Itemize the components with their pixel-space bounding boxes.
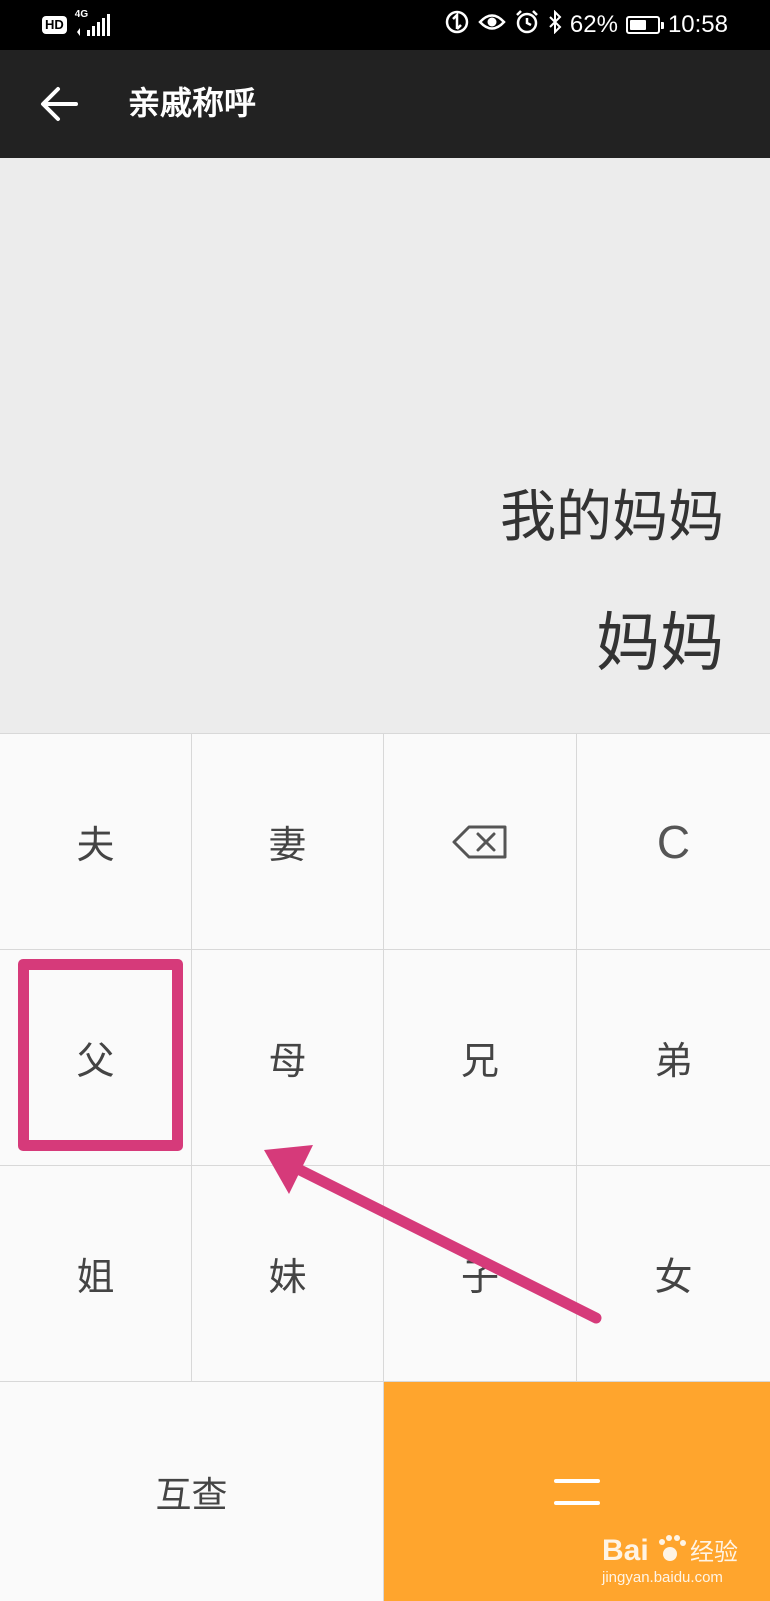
key-father[interactable]: 父 xyxy=(0,950,192,1166)
key-husband[interactable]: 夫 xyxy=(0,734,192,950)
key-mother[interactable]: 母 xyxy=(192,950,384,1166)
battery-level xyxy=(629,20,647,30)
page-title: 亲戚称呼 xyxy=(128,84,257,122)
key-younger-brother[interactable]: 弟 xyxy=(577,950,770,1166)
equals-icon xyxy=(554,1478,600,1505)
signal-icon: 4G xyxy=(75,9,111,38)
key-wife[interactable]: 妻 xyxy=(192,734,384,950)
backspace-icon xyxy=(452,825,507,858)
clear-button[interactable]: C xyxy=(577,734,770,950)
hd-icon: HD xyxy=(42,16,67,34)
bluetooth-icon xyxy=(548,9,562,41)
status-right: 62% 10:58 xyxy=(444,8,728,42)
app-bar: 亲戚称呼 xyxy=(0,50,770,158)
alarm-icon xyxy=(514,9,540,42)
result-text: 妈妈 xyxy=(596,607,724,681)
key-son[interactable]: 子 xyxy=(384,1166,577,1382)
clock: 10:58 xyxy=(667,11,728,38)
keypad: 夫 妻 C 父 母 兄 弟 姐 妹 子 女 互查 xyxy=(0,733,770,1601)
back-button[interactable] xyxy=(36,80,84,128)
backspace-button[interactable] xyxy=(384,734,577,950)
battery-icon xyxy=(625,16,664,34)
key-elder-sister[interactable]: 姐 xyxy=(0,1166,192,1382)
battery-percent: 62% xyxy=(569,11,618,38)
key-elder-brother[interactable]: 兄 xyxy=(384,950,577,1166)
result-display: 我的妈妈 妈妈 xyxy=(0,158,770,733)
eye-comfort-icon xyxy=(478,11,506,40)
arrow-left-icon xyxy=(41,87,78,121)
equals-button[interactable] xyxy=(384,1382,770,1601)
status-left: HD 4G xyxy=(42,9,111,38)
lookup-button[interactable]: 互查 xyxy=(0,1382,384,1601)
expression-text: 我的妈妈 xyxy=(500,485,724,550)
status-bar: HD 4G 62% 10:58 xyxy=(0,0,770,50)
data-saver-icon xyxy=(444,9,470,42)
key-daughter[interactable]: 女 xyxy=(577,1166,770,1382)
key-younger-sister[interactable]: 妹 xyxy=(192,1166,384,1382)
